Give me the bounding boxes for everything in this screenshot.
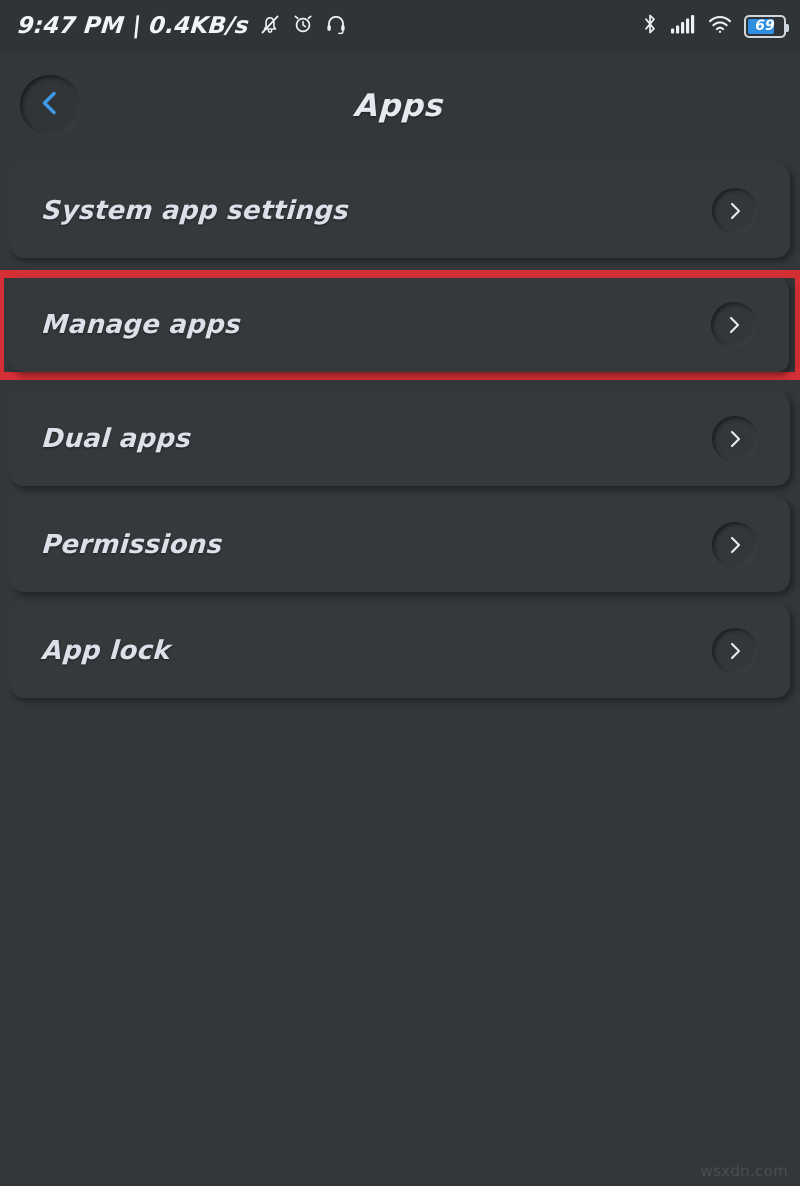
list-item-manage-apps[interactable]: Manage apps bbox=[10, 278, 789, 372]
settings-list: System app settings Manage apps Dual app… bbox=[0, 164, 800, 710]
headset-icon bbox=[324, 12, 348, 40]
bell-muted-icon bbox=[258, 12, 282, 40]
list-item-label: System app settings bbox=[42, 196, 351, 226]
chevron-right-icon[interactable] bbox=[712, 522, 758, 568]
list-item-label: App lock bbox=[42, 636, 173, 666]
highlight-box-manage-apps: Manage apps bbox=[0, 270, 800, 380]
chevron-right-icon[interactable] bbox=[712, 188, 758, 234]
signal-bars-icon bbox=[670, 13, 696, 39]
alarm-clock-icon bbox=[291, 12, 315, 40]
watermark: wsxdn.com bbox=[701, 1162, 789, 1180]
page-title: Apps bbox=[0, 88, 800, 124]
list-item-app-lock[interactable]: App lock bbox=[10, 604, 790, 698]
chevron-right-icon[interactable] bbox=[711, 302, 757, 348]
list-item-dual-apps[interactable]: Dual apps bbox=[10, 392, 790, 486]
battery-level-label: 69 bbox=[748, 19, 782, 33]
list-item-permissions[interactable]: Permissions bbox=[10, 498, 790, 592]
list-item-label: Manage apps bbox=[42, 310, 243, 340]
list-item-wrapper: Permissions bbox=[0, 498, 800, 592]
chevron-right-icon[interactable] bbox=[712, 416, 758, 462]
status-clock-network: 9:47 PM | 0.4KB/s bbox=[17, 13, 251, 39]
list-item-label: Dual apps bbox=[42, 424, 193, 454]
chevron-right-icon[interactable] bbox=[712, 628, 758, 674]
list-item-wrapper: System app settings bbox=[0, 164, 800, 258]
wifi-icon bbox=[707, 13, 733, 39]
status-bar: 9:47 PM | 0.4KB/s bbox=[0, 0, 800, 52]
list-item-system-app-settings[interactable]: System app settings bbox=[10, 164, 790, 258]
list-item-label: Permissions bbox=[42, 530, 224, 560]
list-item-wrapper: Dual apps bbox=[0, 392, 800, 486]
battery-indicator: 69 bbox=[744, 15, 786, 38]
page-header: Apps bbox=[0, 52, 800, 164]
status-bar-left: 9:47 PM | 0.4KB/s bbox=[18, 12, 348, 40]
bluetooth-icon bbox=[641, 12, 659, 40]
list-item-wrapper: App lock bbox=[0, 604, 800, 698]
status-bar-right: 69 bbox=[641, 12, 786, 40]
